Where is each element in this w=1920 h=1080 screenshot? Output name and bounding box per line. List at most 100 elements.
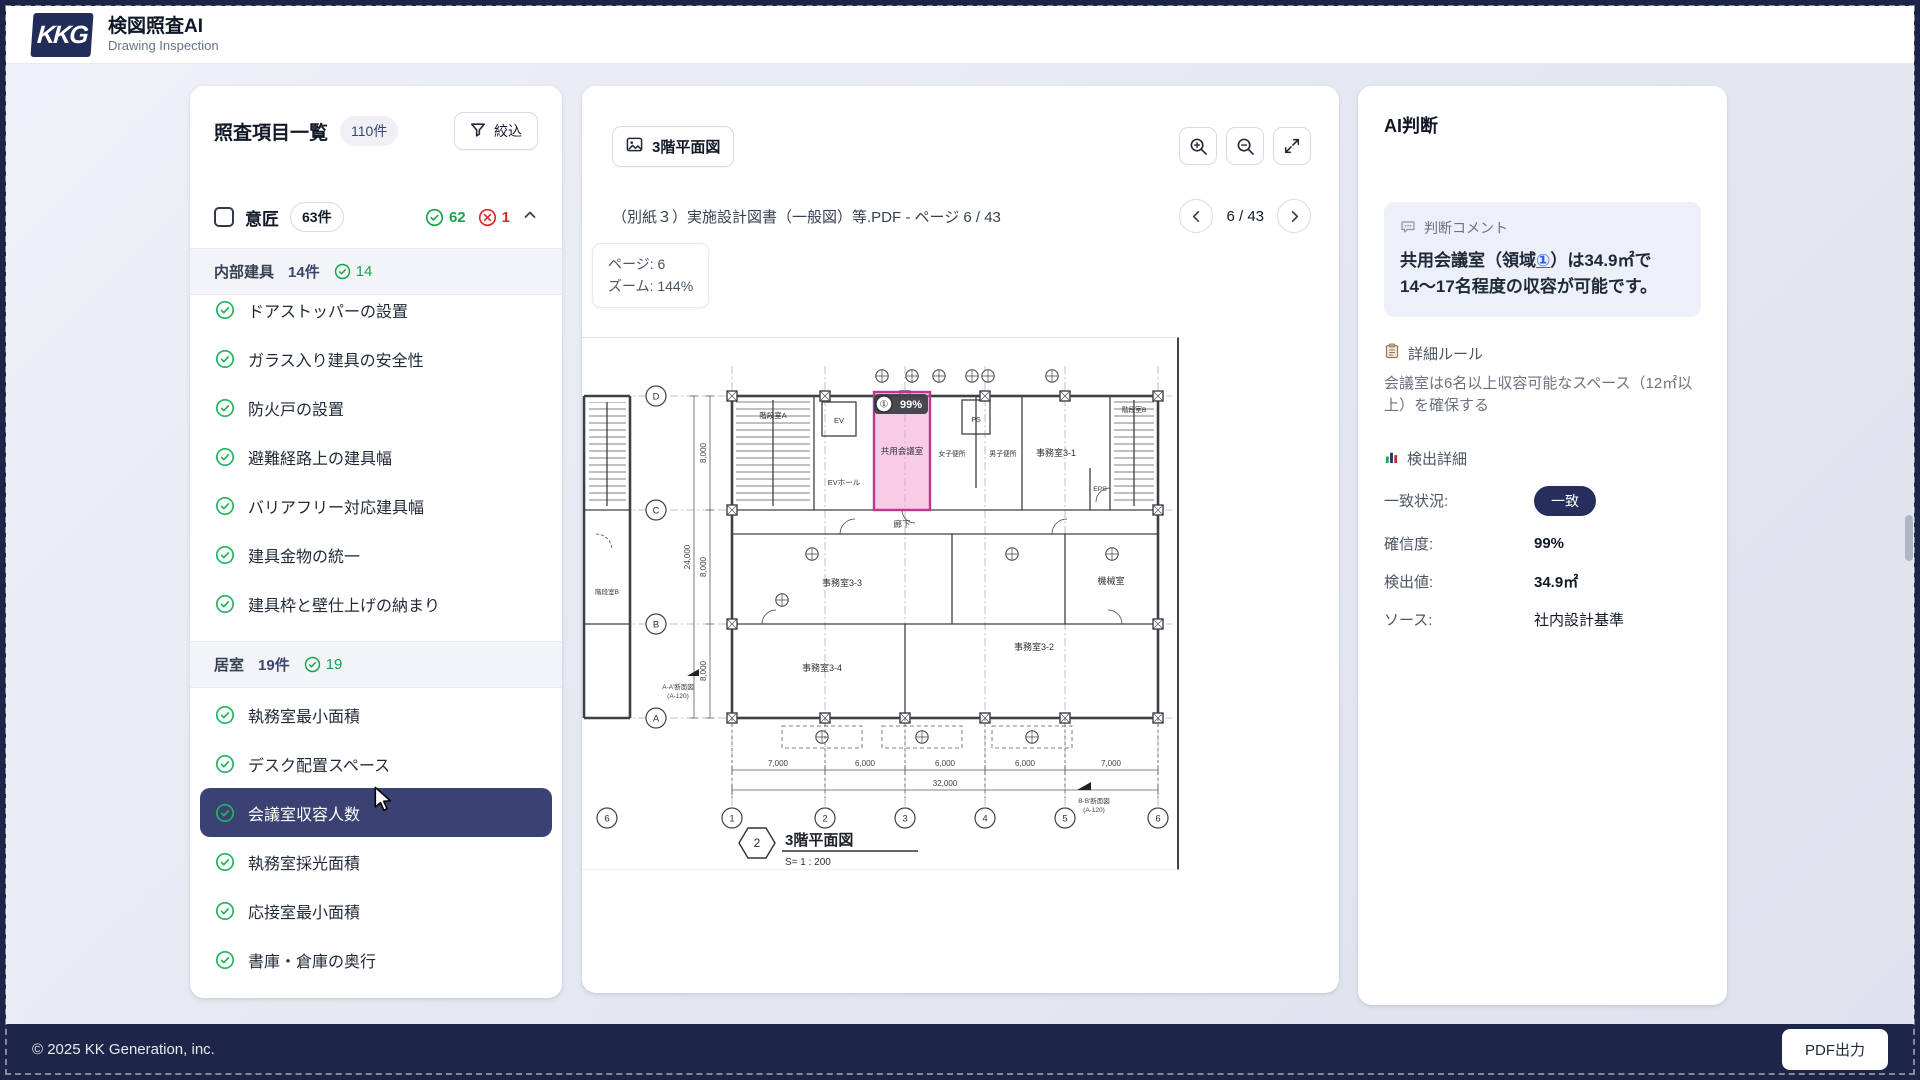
filter-button[interactable]: 絞込 bbox=[454, 112, 538, 150]
list-item[interactable]: デスク配置スペース bbox=[200, 739, 552, 788]
room-label: EV bbox=[834, 416, 844, 425]
floor-plan-svg: .gl{stroke:#a9b1bb;stroke-width:.8;strok… bbox=[582, 338, 1179, 871]
group-pass-stat: 19 bbox=[304, 656, 343, 673]
list-item-selected[interactable]: 会議室収容人数 bbox=[200, 788, 552, 837]
svg-text:6: 6 bbox=[604, 814, 609, 825]
svg-text:32,000: 32,000 bbox=[933, 779, 958, 788]
collapse-chevron-icon[interactable] bbox=[522, 207, 538, 228]
check-circle-icon bbox=[215, 398, 235, 418]
room-label: 事務室3-3 bbox=[822, 577, 862, 588]
ai-judgement-panel: AI判断 判断コメント 共用会議室（領域①）は34.9㎡で14〜17名程度の収容… bbox=[1358, 86, 1727, 1005]
category-pass-stat: 62 bbox=[425, 208, 466, 227]
svg-text:C: C bbox=[653, 506, 660, 517]
page-scrollbar[interactable] bbox=[1905, 515, 1913, 561]
room-label: 廊下 bbox=[893, 519, 911, 529]
room-label: 階段室B bbox=[1122, 405, 1147, 414]
list-item[interactable]: 避難経路上の建具幅 bbox=[200, 432, 552, 481]
drawing-name-chip[interactable]: 3階平面図 bbox=[612, 126, 734, 167]
region-marker-link[interactable]: ① bbox=[1536, 251, 1550, 270]
sidebar-title: 照査項目一覧 bbox=[214, 118, 328, 145]
list-item[interactable]: 執務室最小面積 bbox=[200, 690, 552, 739]
inspection-list-panel: 照査項目一覧 110件 絞込 意匠 63件 62 1 bbox=[190, 86, 562, 998]
comment-text: 共用会議室（領域①）は34.9㎡で14〜17名程度の収容が可能です。 bbox=[1400, 248, 1685, 301]
detail-row-confidence: 確信度: 99% bbox=[1384, 533, 1701, 554]
list-item[interactable]: ガラス入り建具の安全性 bbox=[200, 334, 552, 383]
check-circle-icon bbox=[215, 705, 235, 725]
group-header-interior-fittings: 内部建具 14件 14 bbox=[190, 248, 562, 295]
detail-row-source: ソース: 社内設計基準 bbox=[1384, 609, 1701, 630]
funnel-icon bbox=[470, 122, 486, 141]
room-label: 事務室3-2 bbox=[1014, 641, 1054, 652]
check-circle-icon bbox=[215, 349, 235, 369]
check-circle-icon bbox=[215, 545, 235, 565]
list-item[interactable]: 防火戸の設置 bbox=[200, 383, 552, 432]
category-row: 意匠 63件 62 1 bbox=[190, 202, 562, 232]
kkg-logo: KKG bbox=[30, 13, 93, 57]
bar-chart-icon bbox=[1384, 449, 1399, 468]
next-page-button[interactable] bbox=[1277, 199, 1311, 233]
page-zoom-overlay: ページ: 6 ズーム: 144% bbox=[592, 243, 709, 308]
clipboard-icon bbox=[1384, 343, 1400, 363]
room-label: 女子便所 bbox=[938, 449, 965, 458]
rule-label: 詳細ルール bbox=[1408, 343, 1483, 364]
check-circle-icon bbox=[215, 594, 235, 614]
drawing-page[interactable]: .gl{stroke:#a9b1bb;stroke-width:.8;strok… bbox=[582, 337, 1179, 870]
list-item[interactable]: 執務室採光面積 bbox=[200, 837, 552, 886]
pdf-export-button[interactable]: PDF出力 bbox=[1782, 1029, 1888, 1070]
svg-text:8,000: 8,000 bbox=[699, 442, 708, 463]
svg-text:B: B bbox=[653, 620, 659, 631]
svg-text:A-A'断面図: A-A'断面図 bbox=[662, 682, 694, 691]
drawing-title-block: 2 3階平面図 S= 1 : 200 bbox=[739, 828, 918, 868]
fullscreen-button[interactable] bbox=[1273, 127, 1311, 165]
speech-bubble-icon bbox=[1400, 219, 1416, 238]
svg-text:8,000: 8,000 bbox=[699, 556, 708, 577]
svg-text:3: 3 bbox=[902, 814, 907, 825]
svg-text:①: ① bbox=[880, 400, 889, 411]
svg-text:5: 5 bbox=[1062, 814, 1067, 825]
list-item[interactable]: バリアフリー対応建具幅 bbox=[200, 481, 552, 530]
region-confidence-badge: ① 99% bbox=[874, 394, 928, 414]
check-circle-icon bbox=[215, 950, 235, 970]
svg-text:B-B'断面図: B-B'断面図 bbox=[1078, 796, 1110, 805]
list-item[interactable]: 書庫・倉庫の奥行 bbox=[200, 935, 552, 984]
list-item[interactable]: 建具金物の統一 bbox=[200, 530, 552, 579]
rule-text: 会議室は6名以上収容可能なスペース（12㎡以上）を確保する bbox=[1384, 373, 1701, 418]
svg-text:(A-120): (A-120) bbox=[1083, 807, 1105, 814]
item-list-group-2: 執務室最小面積 デスク配置スペース 会議室収容人数 執務室採光面積 応接室最小面… bbox=[190, 688, 562, 984]
file-info: （別紙３）実施設計図書（一般図）等.PDF - ページ 6 / 43 bbox=[612, 206, 1001, 227]
room-label: 階段室A bbox=[759, 410, 787, 420]
judgement-comment-card: 判断コメント 共用会議室（領域①）は34.9㎡で14〜17名程度の収容が可能です… bbox=[1384, 202, 1701, 317]
category-fail-stat: 1 bbox=[478, 208, 510, 227]
room-label: 事務室3-4 bbox=[802, 662, 842, 673]
svg-text:6,000: 6,000 bbox=[855, 759, 876, 768]
room-label: 男子便所 bbox=[989, 449, 1016, 458]
detail-label: 検出詳細 bbox=[1407, 448, 1467, 469]
category-count-badge: 63件 bbox=[290, 202, 344, 232]
svg-text:7,000: 7,000 bbox=[768, 759, 789, 768]
svg-text:6,000: 6,000 bbox=[935, 759, 956, 768]
overlay-page: ページ: 6 bbox=[608, 254, 693, 276]
prev-page-button[interactable] bbox=[1179, 199, 1213, 233]
svg-text:4: 4 bbox=[982, 814, 987, 825]
svg-text:8,000: 8,000 bbox=[699, 660, 708, 681]
list-item[interactable]: 建具枠と壁仕上げの納まり bbox=[200, 579, 552, 628]
svg-text:D: D bbox=[653, 392, 660, 403]
zoom-in-button[interactable] bbox=[1179, 127, 1217, 165]
list-item[interactable]: ドアストッパーの設置 bbox=[200, 295, 552, 334]
list-item[interactable]: 応接室最小面積 bbox=[200, 886, 552, 935]
svg-text:6,000: 6,000 bbox=[1015, 759, 1036, 768]
group-pass-stat: 14 bbox=[334, 263, 373, 280]
overlay-zoom: ズーム: 144% bbox=[608, 276, 693, 298]
svg-text:1: 1 bbox=[729, 814, 734, 825]
category-name: 意匠 bbox=[245, 205, 279, 230]
category-checkbox[interactable] bbox=[214, 207, 234, 227]
room-label: EPS bbox=[1093, 486, 1107, 493]
zoom-out-button[interactable] bbox=[1226, 127, 1264, 165]
room-label-meeting: 共用会議室 bbox=[881, 446, 924, 456]
app-footer: © 2025 KK Generation, inc. PDF出力 bbox=[6, 1024, 1914, 1074]
svg-text:S= 1 : 200: S= 1 : 200 bbox=[785, 857, 831, 868]
svg-text:3階平面図: 3階平面図 bbox=[785, 831, 853, 849]
room-label: 機械室 bbox=[1097, 575, 1124, 586]
group-header-rooms: 居室 19件 19 bbox=[190, 641, 562, 688]
check-circle-icon bbox=[215, 803, 235, 823]
